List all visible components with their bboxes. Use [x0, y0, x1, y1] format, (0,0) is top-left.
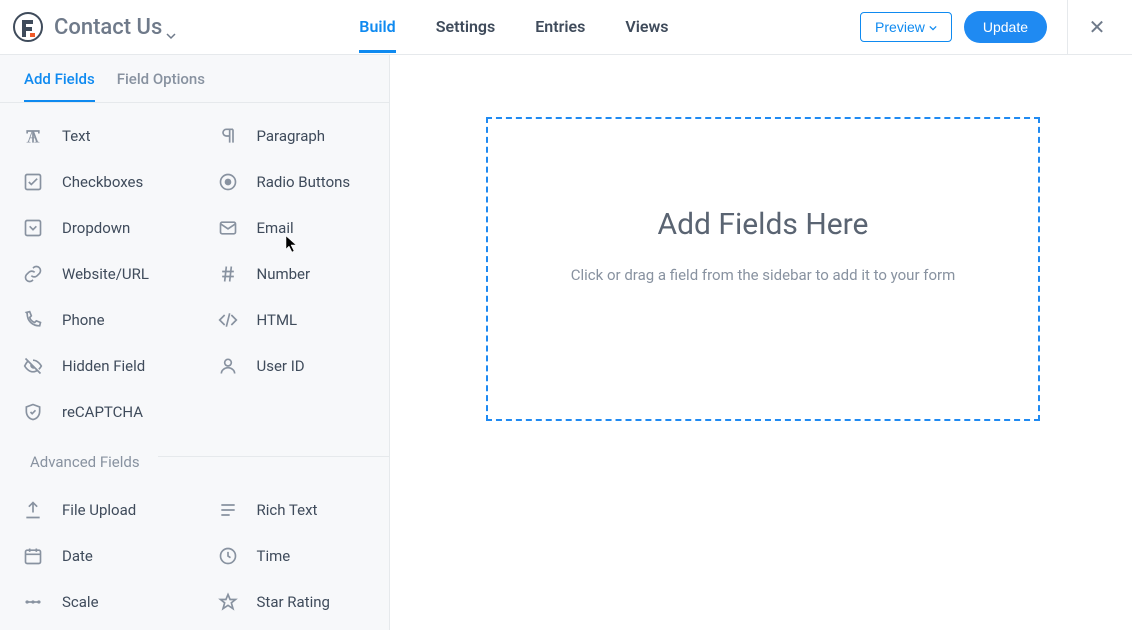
field-email[interactable]: Email [195, 205, 390, 251]
nav-build[interactable]: Build [359, 1, 395, 53]
paragraph-icon [217, 125, 239, 147]
dropzone-hint: Click or drag a field from the sidebar t… [571, 266, 956, 284]
form-title[interactable]: Contact Us [54, 15, 176, 40]
nav-views[interactable]: Views [625, 1, 668, 53]
preview-label: Preview [875, 19, 925, 35]
app-logo-icon[interactable] [12, 11, 44, 43]
field-label: HTML [257, 311, 298, 329]
code-icon [217, 309, 239, 331]
field-label: Number [257, 265, 311, 283]
list-icon [217, 499, 239, 521]
field-dropdown[interactable]: Dropdown [0, 205, 195, 251]
field-label: Dropdown [62, 219, 130, 237]
hash-icon [217, 263, 239, 285]
field-rich-text[interactable]: Rich Text [195, 487, 390, 533]
spacer [195, 389, 390, 435]
field-recaptcha[interactable]: reCAPTCHA [0, 389, 195, 435]
caret-down-icon [929, 19, 937, 35]
main-area: Add Fields Field Options A Text Paragrap… [0, 55, 1132, 630]
phone-icon [22, 309, 44, 331]
field-userid[interactable]: User ID [195, 343, 390, 389]
field-label: Scale [62, 593, 99, 611]
field-label: Rich Text [257, 501, 318, 519]
field-phone[interactable]: Phone [0, 297, 195, 343]
header-actions: Preview Update ✕ [860, 0, 1112, 55]
link-icon [22, 263, 44, 285]
field-radio[interactable]: Radio Buttons [195, 159, 390, 205]
field-label: Text [62, 127, 91, 145]
shield-check-icon [22, 401, 44, 423]
radio-icon [217, 171, 239, 193]
user-icon [217, 355, 239, 377]
field-label: User ID [257, 357, 305, 375]
sidebar-tabs: Add Fields Field Options [0, 55, 389, 103]
field-label: Phone [62, 311, 105, 329]
field-label: Star Rating [257, 593, 330, 611]
field-date[interactable]: Date [0, 533, 195, 579]
caret-down-icon [166, 22, 176, 32]
main-nav: Build Settings Entries Views [359, 1, 668, 53]
dropzone-title: Add Fields Here [658, 207, 869, 242]
field-hidden[interactable]: Hidden Field [0, 343, 195, 389]
form-title-text: Contact Us [54, 15, 162, 40]
advanced-fields: File Upload Rich Text Date Time Scale St… [0, 477, 389, 625]
field-time[interactable]: Time [195, 533, 390, 579]
field-html[interactable]: HTML [195, 297, 390, 343]
field-label: reCAPTCHA [62, 403, 143, 421]
svg-text:A: A [26, 127, 40, 146]
nav-entries[interactable]: Entries [535, 1, 585, 53]
field-dropzone[interactable]: Add Fields Here Click or drag a field fr… [486, 117, 1040, 421]
dropdown-icon [22, 217, 44, 239]
field-scale[interactable]: Scale [0, 579, 195, 625]
text-icon: A [22, 125, 44, 147]
field-label: Website/URL [62, 265, 149, 283]
field-label: Time [257, 547, 291, 565]
preview-button[interactable]: Preview [860, 12, 952, 42]
field-number[interactable]: Number [195, 251, 390, 297]
field-url[interactable]: Website/URL [0, 251, 195, 297]
checkbox-icon [22, 171, 44, 193]
field-label: Email [257, 219, 294, 237]
form-canvas: Add Fields Here Click or drag a field fr… [390, 55, 1132, 630]
field-paragraph[interactable]: Paragraph [195, 113, 390, 159]
star-icon [217, 591, 239, 613]
field-label: Radio Buttons [257, 173, 351, 191]
field-text[interactable]: A Text [0, 113, 195, 159]
header-divider [1067, 0, 1068, 55]
upload-icon [22, 499, 44, 521]
field-checkboxes[interactable]: Checkboxes [0, 159, 195, 205]
field-label: Checkboxes [62, 173, 143, 191]
sidebar: Add Fields Field Options A Text Paragrap… [0, 55, 390, 630]
field-label: File Upload [62, 501, 136, 519]
close-icon[interactable]: ✕ [1082, 15, 1112, 39]
field-label: Date [62, 547, 93, 565]
calendar-icon [22, 545, 44, 567]
tab-field-options[interactable]: Field Options [117, 55, 205, 102]
update-button[interactable]: Update [964, 11, 1047, 43]
field-label: Hidden Field [62, 357, 145, 375]
basic-fields: A Text Paragraph Checkboxes Radio Button… [0, 103, 389, 435]
eye-off-icon [22, 355, 44, 377]
scale-icon [22, 591, 44, 613]
field-star[interactable]: Star Rating [195, 579, 390, 625]
nav-settings[interactable]: Settings [436, 1, 496, 53]
clock-icon [217, 545, 239, 567]
email-icon [217, 217, 239, 239]
field-upload[interactable]: File Upload [0, 487, 195, 533]
advanced-fields-label: Advanced Fields [0, 435, 389, 477]
app-header: Contact Us Build Settings Entries Views … [0, 0, 1132, 55]
field-label: Paragraph [257, 127, 326, 145]
tab-add-fields[interactable]: Add Fields [24, 55, 95, 102]
